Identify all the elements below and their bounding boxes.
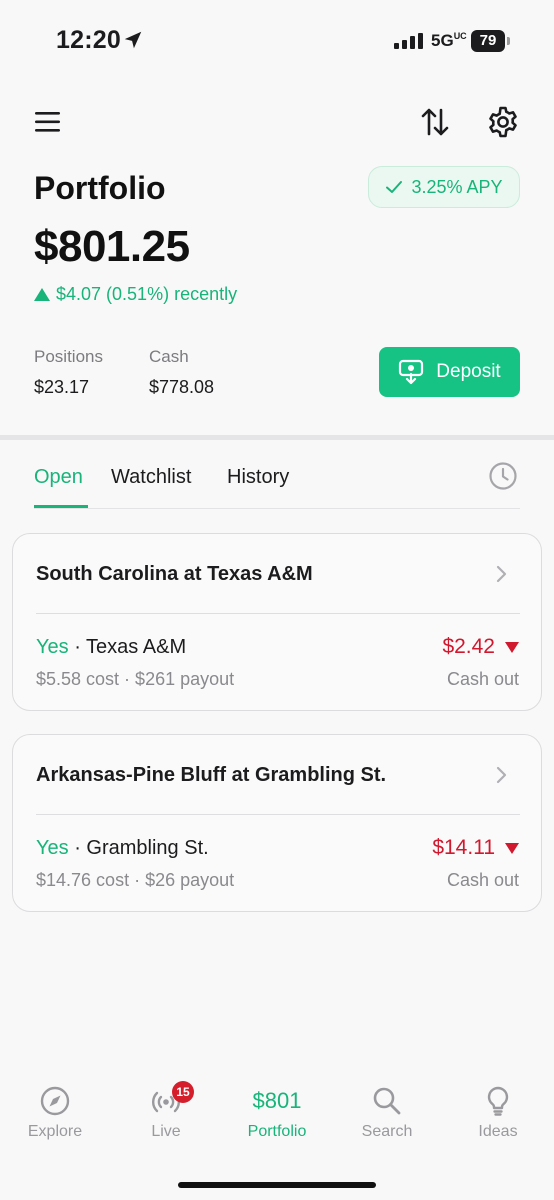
- nav-portfolio-label: Portfolio: [247, 1123, 307, 1140]
- position-title: South Carolina at Texas A&M: [36, 563, 313, 585]
- deposit-button[interactable]: Deposit: [379, 347, 520, 397]
- position-detail: $5.58 cost · $261 payout: [36, 669, 235, 689]
- position-value-text: $14.11: [432, 836, 495, 859]
- positions-label: Positions: [34, 347, 103, 366]
- nav-ideas-label: Ideas: [478, 1123, 518, 1140]
- nav-live[interactable]: 15 Live: [116, 1081, 216, 1145]
- down-triangle-icon: [505, 842, 519, 854]
- tab-open[interactable]: Open: [34, 466, 83, 489]
- position-title: Arkansas-Pine Bluff at Grambling St.: [36, 764, 387, 786]
- balance-change-text: $4.07 (0.51%) recently: [56, 284, 238, 304]
- tab-history[interactable]: History: [227, 466, 289, 489]
- battery-icon: 79: [471, 30, 511, 52]
- battery-level: 79: [471, 30, 505, 52]
- position-value-text: $2.42: [442, 635, 495, 658]
- cash-out-link[interactable]: Cash out: [447, 870, 519, 891]
- position-team: · Texas A&M: [74, 636, 187, 658]
- card-divider: [36, 814, 520, 815]
- position-card[interactable]: South Carolina at Texas A&M Yes · Texas …: [12, 533, 542, 711]
- position-value: $14.11: [432, 836, 519, 860]
- live-count-badge: 15: [172, 1081, 194, 1103]
- card-divider: [36, 613, 520, 614]
- compass-icon: [40, 1086, 70, 1116]
- apy-badge[interactable]: 3.25% APY: [368, 166, 520, 208]
- search-icon: [373, 1087, 401, 1115]
- chevron-right-icon: [496, 766, 507, 784]
- page-title: Portfolio: [34, 170, 166, 206]
- apy-label: 3.25% APY: [411, 176, 503, 197]
- tab-watchlist[interactable]: Watchlist: [111, 466, 191, 489]
- position-detail: $14.76 cost · $26 payout: [36, 870, 235, 890]
- section-divider: [0, 435, 554, 440]
- balance-change: $4.07 (0.51%) recently: [34, 284, 237, 305]
- up-triangle-icon: [34, 288, 50, 301]
- position-team: · Grambling St.: [74, 837, 209, 859]
- clock-icon[interactable]: [488, 461, 518, 491]
- position-value: $2.42: [442, 635, 519, 659]
- chevron-right-icon: [496, 565, 507, 583]
- positions-value: $23.17: [34, 377, 90, 397]
- deposit-label: Deposit: [436, 361, 501, 382]
- nav-search[interactable]: Search: [337, 1085, 437, 1145]
- nav-explore-label: Explore: [27, 1123, 83, 1140]
- position-side: Yes: [36, 837, 69, 859]
- nav-portfolio[interactable]: $801 Portfolio: [227, 1085, 327, 1145]
- position-card[interactable]: Arkansas-Pine Bluff at Grambling St. Yes…: [12, 734, 542, 912]
- signal-icon: [394, 33, 423, 49]
- check-icon: [386, 181, 403, 193]
- network-suffix: UC: [453, 31, 467, 41]
- position-side: Yes: [36, 636, 69, 658]
- menu-icon[interactable]: [34, 110, 62, 134]
- status-bar: 12:20 5GUC 79: [0, 0, 554, 80]
- network-indicator: 5GUC: [431, 31, 467, 51]
- home-indicator[interactable]: [178, 1182, 376, 1188]
- network-type: 5G: [431, 31, 454, 50]
- cash-out-link[interactable]: Cash out: [447, 669, 519, 690]
- nav-portfolio-amount: $801: [252, 1088, 302, 1113]
- deposit-icon: [399, 359, 424, 385]
- cash-label: Cash: [149, 347, 189, 366]
- transfer-arrows-icon[interactable]: [420, 106, 450, 138]
- tab-rule: [34, 508, 520, 509]
- nav-live-label: Live: [151, 1123, 181, 1140]
- status-time: 12:20: [56, 26, 121, 54]
- cash-value: $778.08: [149, 377, 215, 397]
- nav-search-label: Search: [361, 1123, 413, 1140]
- nav-explore[interactable]: Explore: [5, 1085, 105, 1145]
- position-pick: Yes · Texas A&M: [36, 636, 186, 659]
- down-triangle-icon: [505, 641, 519, 653]
- nav-ideas[interactable]: Ideas: [448, 1085, 548, 1145]
- gear-icon[interactable]: [486, 105, 520, 139]
- battery-tip: [507, 37, 510, 45]
- portfolio-balance: $801.25: [34, 222, 190, 271]
- position-pick: Yes · Grambling St.: [36, 837, 209, 860]
- location-arrow-icon: [124, 31, 142, 49]
- lightbulb-icon: [487, 1086, 509, 1116]
